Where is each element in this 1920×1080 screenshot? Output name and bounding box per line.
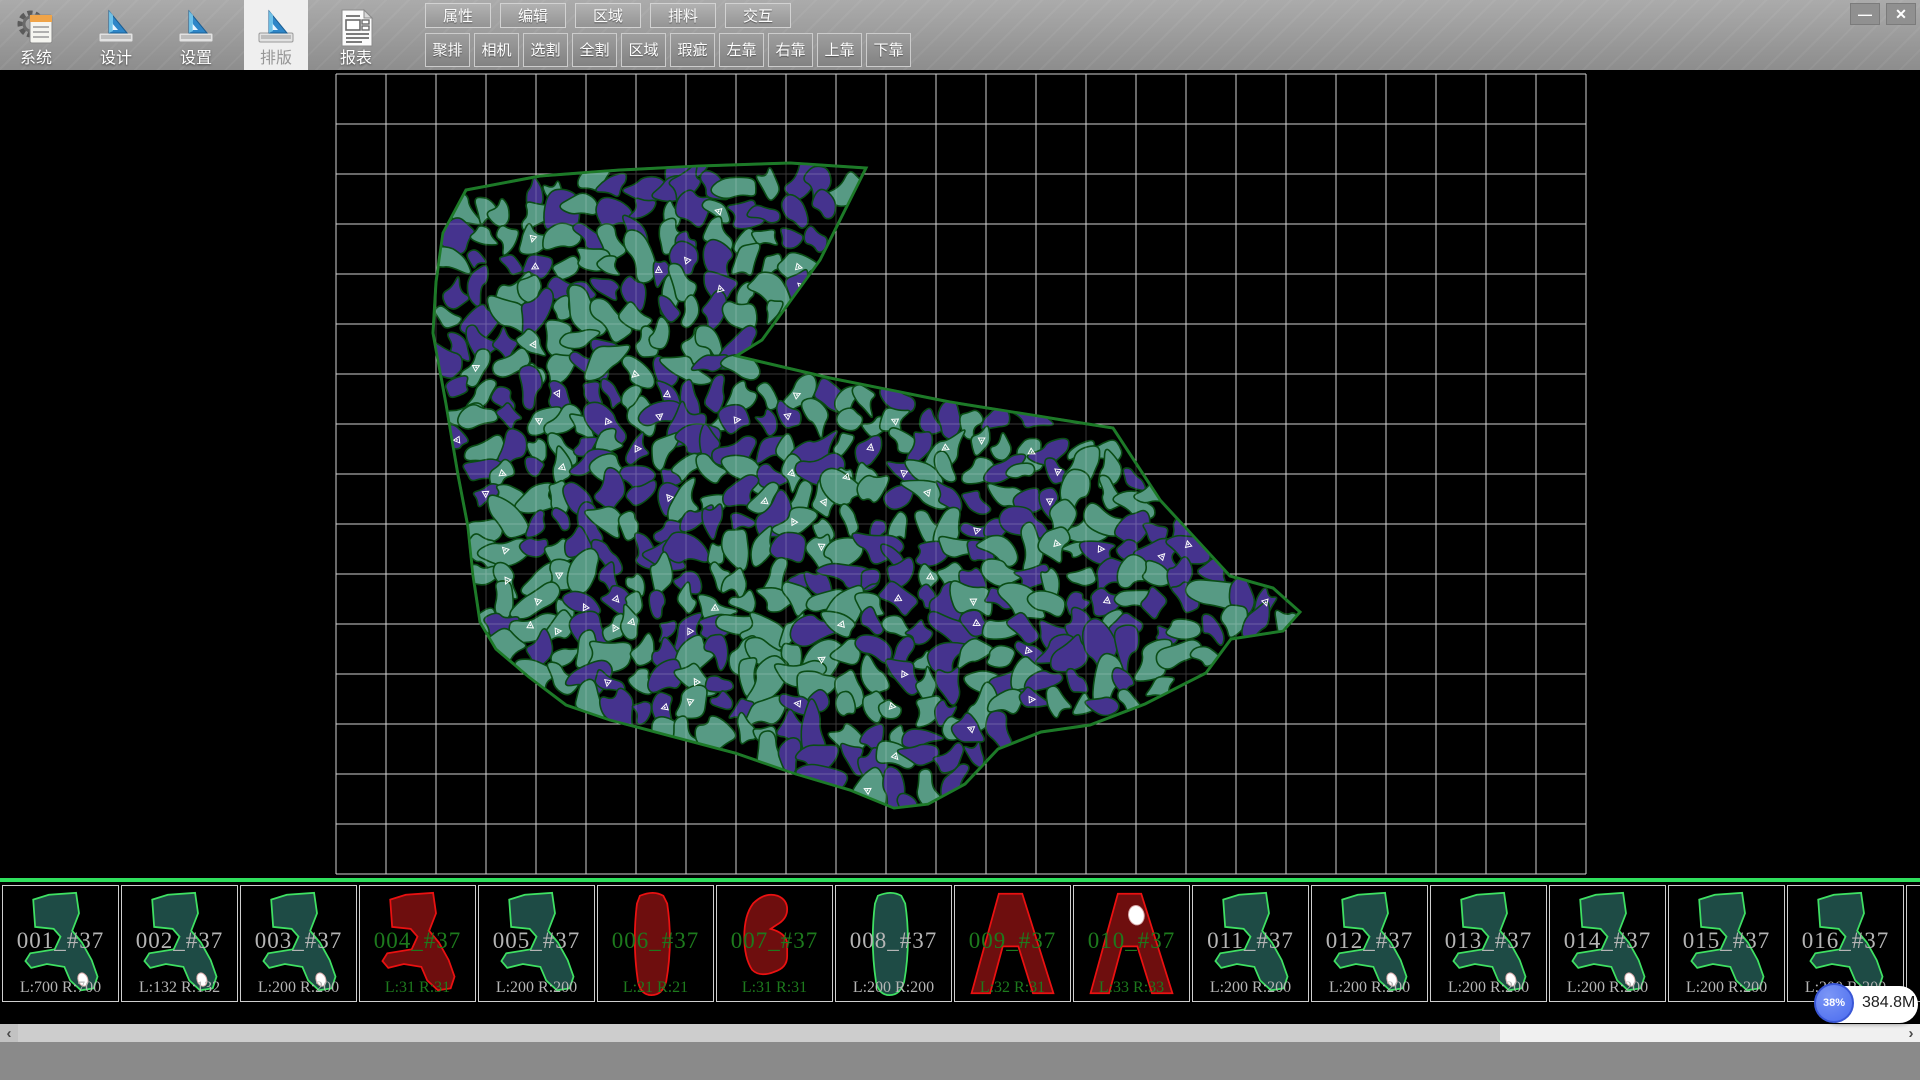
main-tab-system[interactable]: 系统 <box>4 0 68 70</box>
main-tab-label: 系统 <box>20 50 52 68</box>
piece-lr-count: L:32 R:31 <box>955 979 1070 997</box>
tool-cut-all[interactable]: 全割 <box>572 33 617 67</box>
thumbnail-009_#37[interactable]: 009_#37 L:32 R:31 <box>954 885 1071 1002</box>
piece-name: 012_#37 <box>1312 928 1427 954</box>
menu-edit[interactable]: 编辑 <box>500 3 566 28</box>
piece-lr-count: L:200 R:200 <box>1312 979 1427 997</box>
thumbnail-006_#37[interactable]: 006_#37 L:21 R:21 <box>597 885 714 1002</box>
piece-name: 005_#37 <box>479 928 594 954</box>
tool-snap-right[interactable]: 右靠 <box>768 33 813 67</box>
tool-camera[interactable]: 相机 <box>474 33 519 67</box>
piece-lr-count: L:31 R:31 <box>717 979 832 997</box>
piece-lr-count: L:200 R:200 <box>1550 979 1665 997</box>
toolbar: 系统设计设置排版报表 属性编辑区域排料交互 聚排相机选割全割区域瑕疵左靠右靠上靠… <box>0 0 1920 70</box>
menu-region[interactable]: 区域 <box>575 3 641 28</box>
piece-lr-count: L:200 R:200 <box>479 979 594 997</box>
thumbnail-010_#37[interactable]: 010_#37 L:33 R:33 <box>1073 885 1190 1002</box>
main-tab-nesting[interactable]: 排版 <box>244 0 308 70</box>
thumbnail-011_#37[interactable]: 011_#37 L:200 R:200 <box>1192 885 1309 1002</box>
nesting-canvas[interactable] <box>0 70 1920 877</box>
piece-name: 001_#37 <box>3 928 118 954</box>
thumbnail-015_#37[interactable]: 015_#37 L:200 R:200 <box>1668 885 1785 1002</box>
thumbnail-012_#37[interactable]: 012_#37 L:200 R:200 <box>1311 885 1428 1002</box>
piece-name: 003_#37 <box>241 928 356 954</box>
canvas-svg <box>0 70 1920 877</box>
triangle-ruler-icon <box>174 6 218 50</box>
piece-lr-count: L:200 R:200 <box>1193 979 1308 997</box>
thumbnail-007_#37[interactable]: 007_#37 L:31 R:31 <box>716 885 833 1002</box>
piece-name: 006_#37 <box>598 928 713 954</box>
scroll-right-arrow-icon[interactable]: › <box>1902 1024 1920 1042</box>
gear-doc-icon <box>14 6 58 50</box>
report-doc-icon <box>334 6 378 50</box>
thumbnail-014_#37[interactable]: 014_#37 L:200 R:200 <box>1549 885 1666 1002</box>
piece-lr-count: L:200 R:200 <box>1669 979 1784 997</box>
tool-snap-down[interactable]: 下靠 <box>866 33 911 67</box>
thumbnail-008_#37[interactable]: 008_#37 L:200 R:200 <box>835 885 952 1002</box>
piece-lr-count: L:200 R:200 <box>1431 979 1546 997</box>
piece-lr-count: L:700 R:700 <box>3 979 118 997</box>
piece-name: 007_#37 <box>717 928 832 954</box>
app-window: 系统设计设置排版报表 属性编辑区域排料交互 聚排相机选割全割区域瑕疵左靠右靠上靠… <box>0 0 1920 1080</box>
scroll-left-arrow-icon[interactable]: ‹ <box>0 1024 18 1042</box>
triangle-ruler-icon <box>94 6 138 50</box>
main-tab-label: 设置 <box>180 50 212 68</box>
tool-cluster-nest[interactable]: 聚排 <box>425 33 470 67</box>
piece-name: 017_#37 <box>1907 928 1920 954</box>
tool-snap-left[interactable]: 左靠 <box>719 33 764 67</box>
piece-name: 016_#37 <box>1788 928 1903 954</box>
piece-name: 014_#37 <box>1550 928 1665 954</box>
triangle-ruler-icon <box>254 6 298 50</box>
main-tab-label: 报表 <box>340 50 372 68</box>
main-tab-label: 排版 <box>260 50 292 68</box>
menu-nest[interactable]: 排料 <box>650 3 716 28</box>
menu-properties[interactable]: 属性 <box>425 3 491 28</box>
window-controls: — ✕ <box>1850 3 1916 25</box>
tool-select-cut[interactable]: 选割 <box>523 33 568 67</box>
tool-region[interactable]: 区域 <box>621 33 666 67</box>
piece-lr-count: L:31 R:31 <box>360 979 475 997</box>
menu-bar: 属性编辑区域排料交互 <box>425 3 791 28</box>
scrollbar-thumb[interactable] <box>18 1024 1500 1042</box>
piece-name: 002_#37 <box>122 928 237 954</box>
progress-badge-percent: 38% <box>1814 983 1854 1023</box>
menu-interactive[interactable]: 交互 <box>725 3 791 28</box>
piece-lr-count: L:200 R:200 <box>836 979 951 997</box>
thumbnail-016_#37[interactable]: 016_#37L:200 R:200 <box>1787 885 1904 1002</box>
piece-name: 015_#37 <box>1669 928 1784 954</box>
main-tab-design[interactable]: 设计 <box>84 0 148 70</box>
piece-lr-count: L:33 R:33 <box>1074 979 1189 997</box>
close-button[interactable]: ✕ <box>1886 3 1916 25</box>
thumbnail-013_#37[interactable]: 013_#37 L:200 R:200 <box>1430 885 1547 1002</box>
status-bar <box>0 1042 1920 1080</box>
piece-name: 004_#37 <box>360 928 475 954</box>
piece-lr-count: L:132 R:132 <box>122 979 237 997</box>
piece-thumbnail-strip: 001_#37L:700 R:700002_#37L:132 R:132003_… <box>0 884 1920 1024</box>
horizontal-scrollbar[interactable]: ‹ › <box>0 1024 1920 1042</box>
piece-lr-count: L:200 R:200 <box>241 979 356 997</box>
minimize-button[interactable]: — <box>1850 3 1880 25</box>
piece-name: 013_#37 <box>1431 928 1546 954</box>
tool-bar: 聚排相机选割全割区域瑕疵左靠右靠上靠下靠 <box>425 33 911 67</box>
strip-separator <box>0 878 1920 882</box>
tool-defect[interactable]: 瑕疵 <box>670 33 715 67</box>
main-tab-bar: 系统 设计 设置 排版 报表 <box>4 0 388 70</box>
piece-lr-count: L:21 R:21 <box>598 979 713 997</box>
piece-name: 009_#37 <box>955 928 1070 954</box>
thumbnail-003_#37[interactable]: 003_#37 L:200 R:200 <box>240 885 357 1002</box>
thumbnail-005_#37[interactable]: 005_#37 L:200 R:200 <box>478 885 595 1002</box>
tool-snap-up[interactable]: 上靠 <box>817 33 862 67</box>
main-tab-label: 设计 <box>100 50 132 68</box>
main-tab-settings[interactable]: 设置 <box>164 0 228 70</box>
piece-name: 008_#37 <box>836 928 951 954</box>
thumbnail-001_#37[interactable]: 001_#37 L:700 R:700 <box>2 885 119 1002</box>
piece-name: 010_#37 <box>1074 928 1189 954</box>
progress-badge-size: 384.8M <box>1862 994 1915 1012</box>
main-tab-report[interactable]: 报表 <box>324 0 388 70</box>
thumbnail-004_#37[interactable]: 004_#37 L:31 R:31 <box>359 885 476 1002</box>
thumbnail-002_#37[interactable]: 002_#37 L:132 R:132 <box>121 885 238 1002</box>
piece-name: 011_#37 <box>1193 928 1308 954</box>
thumbnail-017_#37[interactable]: 017_#37L:200 R:200 <box>1906 885 1920 1002</box>
